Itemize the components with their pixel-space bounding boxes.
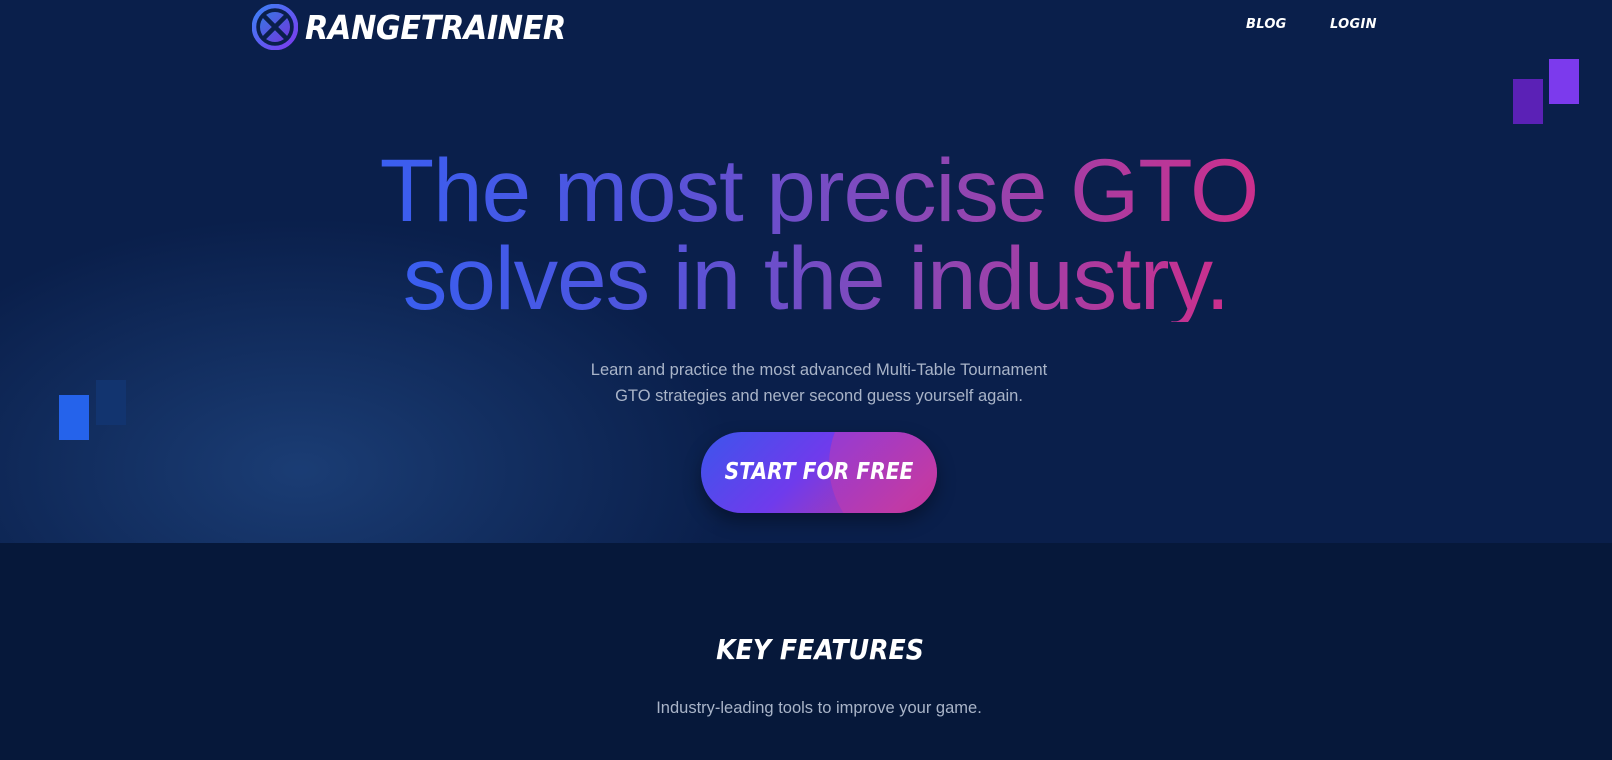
nav-link-blog[interactable]: BLOG [1246, 17, 1287, 32]
brand-name: RANGETRAINER [305, 7, 566, 47]
hero-headline: The most precise GTO solves in the indus… [0, 140, 1612, 328]
decorative-block [1549, 59, 1579, 104]
logo-x-icon [252, 4, 298, 50]
start-for-free-button[interactable]: START FOR FREE [701, 432, 937, 513]
features-subtitle: Industry-leading tools to improve your g… [656, 699, 982, 717]
hero-section: RANGETRAINER BLOG LOGIN The most precise… [0, 0, 1612, 543]
hero-subtitle: Learn and practice the most advanced Mul… [0, 357, 1612, 409]
nav-link-login[interactable]: LOGIN [1330, 17, 1377, 32]
brand-logo[interactable]: RANGETRAINER [252, 4, 589, 50]
hero-subtitle-line-2: GTO strategies and never second guess yo… [615, 387, 1023, 405]
decorative-block [1513, 79, 1543, 124]
hero-headline-line-1: The most precise GTO [379, 140, 1260, 240]
hero-headline-line-2: solves in the industry. [402, 228, 1230, 328]
start-for-free-label: START FOR FREE [724, 459, 914, 485]
hero-subtitle-line-1: Learn and practice the most advanced Mul… [590, 361, 1048, 379]
features-title: KEY FEATURES [716, 633, 924, 666]
